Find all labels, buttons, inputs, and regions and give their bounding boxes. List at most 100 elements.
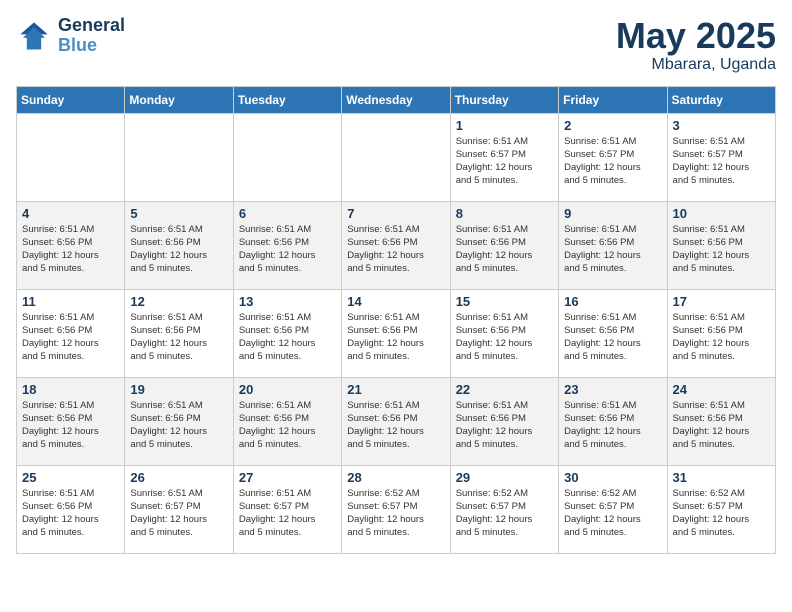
day-number: 5 xyxy=(130,206,228,221)
calendar-cell: 29Sunrise: 6:52 AM Sunset: 6:57 PM Dayli… xyxy=(450,465,558,553)
day-info: Sunrise: 6:51 AM Sunset: 6:56 PM Dayligh… xyxy=(130,399,228,452)
day-number: 31 xyxy=(673,470,771,485)
day-info: Sunrise: 6:51 AM Sunset: 6:57 PM Dayligh… xyxy=(456,135,554,188)
calendar-week-row: 1Sunrise: 6:51 AM Sunset: 6:57 PM Daylig… xyxy=(17,113,776,201)
calendar-cell: 1Sunrise: 6:51 AM Sunset: 6:57 PM Daylig… xyxy=(450,113,558,201)
day-number: 28 xyxy=(347,470,445,485)
calendar-cell: 9 Sunrise: 6:51 AM Sunset: 6:56 PM Daylig… xyxy=(559,201,667,289)
day-info: Sunrise: 6:51 AM Sunset: 6:56 PM Dayligh… xyxy=(22,399,120,452)
day-info: Sunrise: 6:51 AM Sunset: 6:56 PM Dayligh… xyxy=(564,311,662,364)
day-number: 24 xyxy=(673,382,771,397)
calendar-table: SundayMondayTuesdayWednesdayThursdayFrid… xyxy=(16,86,776,554)
header-friday: Friday xyxy=(559,86,667,113)
day-info: Sunrise: 6:51 AM Sunset: 6:56 PM Dayligh… xyxy=(239,223,337,276)
day-number: 16 xyxy=(564,294,662,309)
calendar-cell: 26 Sunrise: 6:51 AM Sunset: 6:57 PM Dayli… xyxy=(125,465,233,553)
calendar-week-row: 18 Sunrise: 6:51 AM Sunset: 6:56 PM Dayli… xyxy=(17,377,776,465)
calendar-cell: 22Sunrise: 6:51 AM Sunset: 6:56 PM Dayli… xyxy=(450,377,558,465)
calendar-cell: 28 Sunrise: 6:52 AM Sunset: 6:57 PM Dayli… xyxy=(342,465,450,553)
day-number: 25 xyxy=(22,470,120,485)
page-header: General Blue May 2025 Mbarara, Uganda xyxy=(16,16,776,74)
day-info: Sunrise: 6:51 AM Sunset: 6:56 PM Dayligh… xyxy=(673,399,771,452)
calendar-cell: 8 Sunrise: 6:51 AM Sunset: 6:56 PM Daylig… xyxy=(450,201,558,289)
day-number: 6 xyxy=(239,206,337,221)
day-number: 14 xyxy=(347,294,445,309)
calendar-subtitle: Mbarara, Uganda xyxy=(616,56,776,74)
day-number: 4 xyxy=(22,206,120,221)
day-number: 9 xyxy=(564,206,662,221)
day-number: 11 xyxy=(22,294,120,309)
day-number: 26 xyxy=(130,470,228,485)
day-info: Sunrise: 6:51 AM Sunset: 6:56 PM Dayligh… xyxy=(22,311,120,364)
header-thursday: Thursday xyxy=(450,86,558,113)
day-number: 18 xyxy=(22,382,120,397)
day-number: 23 xyxy=(564,382,662,397)
calendar-cell: 7 Sunrise: 6:51 AM Sunset: 6:56 PM Daylig… xyxy=(342,201,450,289)
header-saturday: Saturday xyxy=(667,86,775,113)
day-number: 19 xyxy=(130,382,228,397)
day-info: Sunrise: 6:51 AM Sunset: 6:56 PM Dayligh… xyxy=(22,223,120,276)
calendar-cell: 4 Sunrise: 6:51 AM Sunset: 6:56 PM Daylig… xyxy=(17,201,125,289)
day-info: Sunrise: 6:51 AM Sunset: 6:56 PM Dayligh… xyxy=(456,223,554,276)
day-info: Sunrise: 6:51 AM Sunset: 6:56 PM Dayligh… xyxy=(347,223,445,276)
calendar-cell: 14 Sunrise: 6:51 AM Sunset: 6:56 PM Dayli… xyxy=(342,289,450,377)
day-info: Sunrise: 6:51 AM Sunset: 6:56 PM Dayligh… xyxy=(673,223,771,276)
day-number: 8 xyxy=(456,206,554,221)
day-info: Sunrise: 6:51 AM Sunset: 6:56 PM Dayligh… xyxy=(564,399,662,452)
logo: General Blue xyxy=(16,16,125,56)
day-info: Sunrise: 6:51 AM Sunset: 6:56 PM Dayligh… xyxy=(564,223,662,276)
header-wednesday: Wednesday xyxy=(342,86,450,113)
header-sunday: Sunday xyxy=(17,86,125,113)
calendar-cell: 18 Sunrise: 6:51 AM Sunset: 6:56 PM Dayli… xyxy=(17,377,125,465)
calendar-cell: 23 Sunrise: 6:51 AM Sunset: 6:56 PM Dayli… xyxy=(559,377,667,465)
header-tuesday: Tuesday xyxy=(233,86,341,113)
calendar-cell xyxy=(342,113,450,201)
calendar-cell: 27 Sunrise: 6:51 AM Sunset: 6:57 PM Dayli… xyxy=(233,465,341,553)
day-info: Sunrise: 6:51 AM Sunset: 6:57 PM Dayligh… xyxy=(239,487,337,540)
day-info: Sunrise: 6:51 AM Sunset: 6:57 PM Dayligh… xyxy=(673,135,771,188)
calendar-week-row: 25 Sunrise: 6:51 AM Sunset: 6:56 PM Dayli… xyxy=(17,465,776,553)
calendar-cell: 24 Sunrise: 6:51 AM Sunset: 6:56 PM Dayli… xyxy=(667,377,775,465)
day-info: Sunrise: 6:51 AM Sunset: 6:56 PM Dayligh… xyxy=(456,399,554,452)
day-info: Sunrise: 6:51 AM Sunset: 6:56 PM Dayligh… xyxy=(347,311,445,364)
day-number: 27 xyxy=(239,470,337,485)
day-number: 17 xyxy=(673,294,771,309)
title-block: May 2025 Mbarara, Uganda xyxy=(616,16,776,74)
calendar-week-row: 11 Sunrise: 6:51 AM Sunset: 6:56 PM Dayli… xyxy=(17,289,776,377)
calendar-cell: 10Sunrise: 6:51 AM Sunset: 6:56 PM Dayli… xyxy=(667,201,775,289)
logo-text: General Blue xyxy=(58,16,125,56)
calendar-cell: 16 Sunrise: 6:51 AM Sunset: 6:56 PM Dayli… xyxy=(559,289,667,377)
day-info: Sunrise: 6:51 AM Sunset: 6:56 PM Dayligh… xyxy=(347,399,445,452)
calendar-week-row: 4 Sunrise: 6:51 AM Sunset: 6:56 PM Daylig… xyxy=(17,201,776,289)
day-number: 15 xyxy=(456,294,554,309)
calendar-cell: 25 Sunrise: 6:51 AM Sunset: 6:56 PM Dayli… xyxy=(17,465,125,553)
calendar-cell: 30Sunrise: 6:52 AM Sunset: 6:57 PM Dayli… xyxy=(559,465,667,553)
calendar-header-row: SundayMondayTuesdayWednesdayThursdayFrid… xyxy=(17,86,776,113)
logo-icon xyxy=(16,18,52,54)
day-number: 29 xyxy=(456,470,554,485)
calendar-cell: 5 Sunrise: 6:51 AM Sunset: 6:56 PM Daylig… xyxy=(125,201,233,289)
day-info: Sunrise: 6:51 AM Sunset: 6:56 PM Dayligh… xyxy=(673,311,771,364)
calendar-cell: 3 Sunrise: 6:51 AM Sunset: 6:57 PM Daylig… xyxy=(667,113,775,201)
calendar-cell: 12 Sunrise: 6:51 AM Sunset: 6:56 PM Dayli… xyxy=(125,289,233,377)
calendar-cell: 6 Sunrise: 6:51 AM Sunset: 6:56 PM Daylig… xyxy=(233,201,341,289)
day-number: 13 xyxy=(239,294,337,309)
day-info: Sunrise: 6:51 AM Sunset: 6:56 PM Dayligh… xyxy=(22,487,120,540)
day-number: 7 xyxy=(347,206,445,221)
calendar-cell: 19 Sunrise: 6:51 AM Sunset: 6:56 PM Dayli… xyxy=(125,377,233,465)
calendar-cell: 13 Sunrise: 6:51 AM Sunset: 6:56 PM Dayli… xyxy=(233,289,341,377)
day-info: Sunrise: 6:51 AM Sunset: 6:57 PM Dayligh… xyxy=(130,487,228,540)
day-number: 30 xyxy=(564,470,662,485)
day-info: Sunrise: 6:51 AM Sunset: 6:56 PM Dayligh… xyxy=(130,223,228,276)
day-number: 2 xyxy=(564,118,662,133)
calendar-title: May 2025 xyxy=(616,16,776,56)
calendar-cell: 15Sunrise: 6:51 AM Sunset: 6:56 PM Dayli… xyxy=(450,289,558,377)
day-number: 3 xyxy=(673,118,771,133)
day-number: 12 xyxy=(130,294,228,309)
day-info: Sunrise: 6:51 AM Sunset: 6:56 PM Dayligh… xyxy=(239,311,337,364)
calendar-cell: 31 Sunrise: 6:52 AM Sunset: 6:57 PM Dayli… xyxy=(667,465,775,553)
day-info: Sunrise: 6:52 AM Sunset: 6:57 PM Dayligh… xyxy=(347,487,445,540)
day-info: Sunrise: 6:51 AM Sunset: 6:56 PM Dayligh… xyxy=(130,311,228,364)
day-info: Sunrise: 6:51 AM Sunset: 6:57 PM Dayligh… xyxy=(564,135,662,188)
day-info: Sunrise: 6:52 AM Sunset: 6:57 PM Dayligh… xyxy=(673,487,771,540)
